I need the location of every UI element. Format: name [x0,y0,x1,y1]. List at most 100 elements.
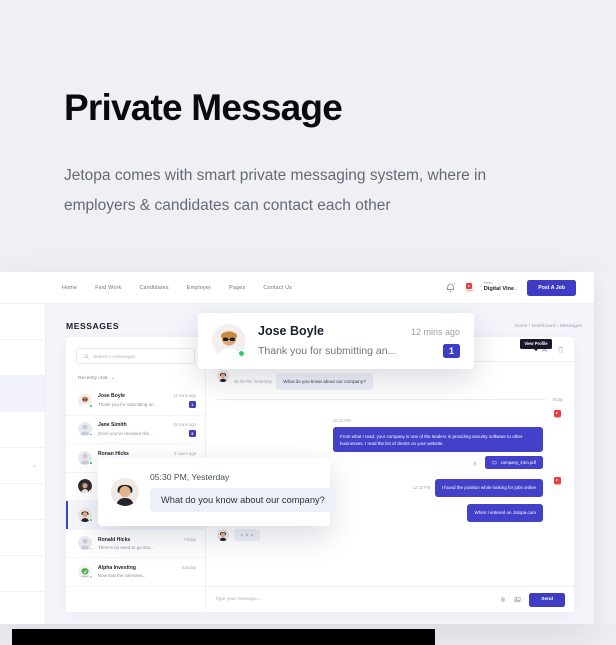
account-avatar[interactable]: Jetopa [463,282,475,293]
list-item-body: Alpha Investing Sunday Now that the inte… [98,565,196,578]
search-input-placeholder: Search in messages [93,353,136,359]
message-timestamp: 05:30 PM, Yesterday [150,472,230,482]
typing-dot [241,533,244,537]
avatar [78,479,93,494]
contact-preview: Thank you for submitting an... [258,345,397,357]
message-row-typing [217,528,563,542]
list-item-bottom: There's no need to go into... [98,545,196,550]
sender-logo-avatar: Jetopa [552,476,563,488]
delete-icon[interactable] [557,346,564,353]
rail-row[interactable] [0,412,45,448]
contact-time: 12 mins ago [173,393,196,399]
rail-row[interactable] [0,592,45,624]
notification-dot [452,281,456,285]
brand-caption: Jetopa [554,484,561,487]
rail-row[interactable] [0,520,45,556]
contact-name: Alpha Investing [98,565,136,572]
avatar [78,393,93,408]
rail-row-active[interactable] [0,376,45,412]
unread-badge: 1 [442,344,460,358]
typing-indicator [234,528,261,542]
message-bubble: I found the position while looking for j… [434,478,543,498]
rail-row[interactable]: ⌄ [0,448,45,484]
message-input-placeholder[interactable]: Type your message... [215,597,492,602]
post-a-job-button[interactable]: Post A Job [527,279,576,296]
contact-preview: There's no need to go into... [98,544,154,550]
search-messages-box[interactable]: Search in messages [76,348,195,364]
account-menu[interactable]: Hello, Digital Vine⌄ [484,281,519,293]
list-item-top: Ronald Hicks Friday [98,537,196,543]
message-composer: Type your message... Send [206,586,574,612]
online-dot [88,432,93,437]
message-bubble: What do you know about our company? [276,373,373,391]
send-button[interactable]: Send [529,592,565,607]
avatar [217,370,229,382]
message-bubble: From what I read, your company is one of… [333,427,543,453]
nav-item-contact-us[interactable]: Contact Us [263,285,292,291]
breadcrumb[interactable]: Home / Dashboard / Messages [515,323,582,328]
message-bubble: When I entered on Jotopa.com [467,503,543,522]
avatar [78,422,93,437]
notification-bell-icon[interactable] [446,281,456,293]
list-item-top: Jane Simith 25 mins ago [98,422,196,428]
typing-dot [250,533,254,537]
list-item-top: Alpha Investing Sunday [98,565,196,571]
typing-dot [245,533,249,537]
download-icon[interactable] [472,460,478,466]
nav-item-find-work[interactable]: Find Work [95,285,121,291]
app-navbar: Home Find Work Candidates Employer Pages… [0,272,594,304]
recently-chat-filter[interactable]: Recently chat ⌄ [78,375,205,382]
page-subtitle: Jetopa comes with smart private messagin… [64,166,487,214]
nav-item-home[interactable]: Home [62,285,77,291]
avatar-man [217,528,229,541]
attachment-row: company_intro.pdf [333,456,543,470]
brand-caption: Jetopa [554,416,561,419]
nav-item-candidates[interactable]: Candidates [139,285,168,291]
hero-section: Private Message Jetopa comes with smart … [0,0,616,221]
list-item[interactable]: Jane Simith 25 mins ago Once you've rece… [66,416,205,444]
avatar [111,478,139,506]
list-item[interactable]: Jose Boyle 12 mins ago Thank you for sub… [66,387,205,416]
view-profile-tooltip: View Profile [519,339,552,351]
contact-time: Sunday [181,565,196,571]
brand-play-icon [554,410,561,417]
avatar [78,536,93,551]
avatar [78,564,93,579]
offline-dot [88,575,93,579]
image-icon[interactable] [514,596,521,603]
contact-name: Jane Simith [98,421,127,428]
rail-row[interactable] [0,556,45,592]
list-item[interactable]: Alpha Investing Sunday Now that the inte… [66,558,205,587]
left-rail: ⌄ [0,304,46,624]
floating-conversation-card[interactable]: Jose Boyle 12 mins ago Thank you for sub… [198,313,474,369]
navbar-right: Jetopa Hello, Digital Vine⌄ Post A Job [446,279,576,296]
bottom-black-bar [12,629,435,645]
offline-dot [88,489,93,494]
rail-row[interactable] [0,304,45,340]
list-item-bottom: Now that the interview... [98,573,196,578]
right-edge-fade [592,272,616,624]
rail-row[interactable] [0,340,45,376]
online-dot [88,518,93,522]
file-icon [492,461,497,465]
attach-icon[interactable] [500,596,506,603]
contact-time: Friday [184,536,196,542]
brand-play-icon [466,283,473,290]
unread-badge: 3 [188,429,196,437]
online-dot [88,404,93,408]
contact-name: Ronald Hicks [98,536,131,543]
rail-row[interactable] [0,484,45,520]
list-item[interactable]: Ronald Hicks Friday There's no need to g… [66,530,205,558]
nav-item-employer[interactable]: Employer [187,285,211,291]
contact-preview: Once you've received this... [98,430,154,436]
list-item-bottom: Thank you for submitting an... 1 [98,401,196,409]
avatar-man [111,478,139,506]
list-item-body: Jane Simith 25 mins ago Once you've rece… [98,422,196,437]
nav-item-pages[interactable]: Pages [229,285,245,291]
attachment-chip[interactable]: company_intro.pdf [484,456,543,470]
list-item-body: Jose Boyle 12 mins ago Thank you for sub… [98,393,196,409]
brand-caption: Jetopa [465,289,473,292]
contact-preview: Thank you for submitting an... [98,402,158,408]
divider-line [217,399,546,401]
sender-logo-avatar: Jetopa [552,409,563,421]
